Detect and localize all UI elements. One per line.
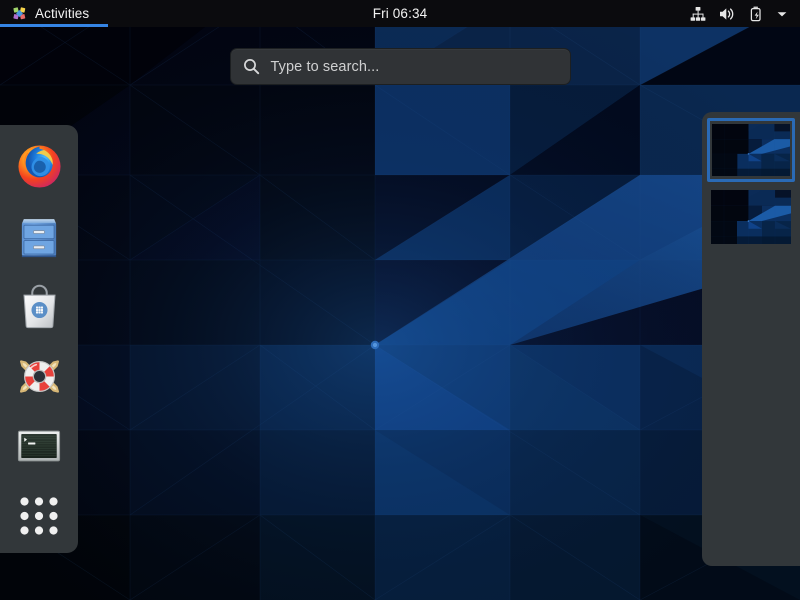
workspace-preview-1 [712,124,790,176]
clock-label[interactable]: Fri 06:34 [373,6,428,21]
gnome-pinwheel-icon [13,7,26,20]
shopping-bag-icon [22,284,56,328]
lifebuoy-icon [19,359,59,393]
activities-label: Activities [35,6,90,21]
workspace-thumbnail-2[interactable] [708,186,794,248]
wired-network-icon [690,6,706,21]
workspace-thumbnail-1[interactable] [707,118,795,182]
dash [0,125,78,553]
dash-item-files[interactable] [4,201,74,271]
activities-active-indicator [0,24,108,27]
search-input[interactable]: Type to search... [229,48,571,85]
chevron-down-icon [777,11,787,16]
file-cabinet-icon [21,218,57,257]
dash-item-firefox[interactable] [4,131,74,201]
desktop-overview: Activities Fri 06:34 Type to search... [0,0,800,600]
dash-item-help[interactable] [4,341,74,411]
wallpaper [0,0,800,600]
status-menu-button[interactable] [684,0,794,27]
volume-icon [720,7,734,20]
clock-area: Fri 06:34 [0,0,800,27]
dash-item-software[interactable] [4,271,74,341]
app-grid-icon [20,497,58,535]
workspace-preview-2 [711,190,791,244]
search-area: Type to search... [0,48,800,85]
firefox-icon [17,144,61,188]
activities-button[interactable]: Activities [0,0,102,27]
dash-item-terminal[interactable] [4,411,74,481]
top-bar: Activities Fri 06:34 [0,0,800,27]
battery-charging-icon [750,6,761,21]
workspace-switcher [702,112,800,566]
terminal-icon [17,430,61,462]
search-placeholder-text: Type to search... [270,58,380,75]
dash-item-show-apps[interactable] [4,481,74,551]
search-icon [243,59,259,75]
